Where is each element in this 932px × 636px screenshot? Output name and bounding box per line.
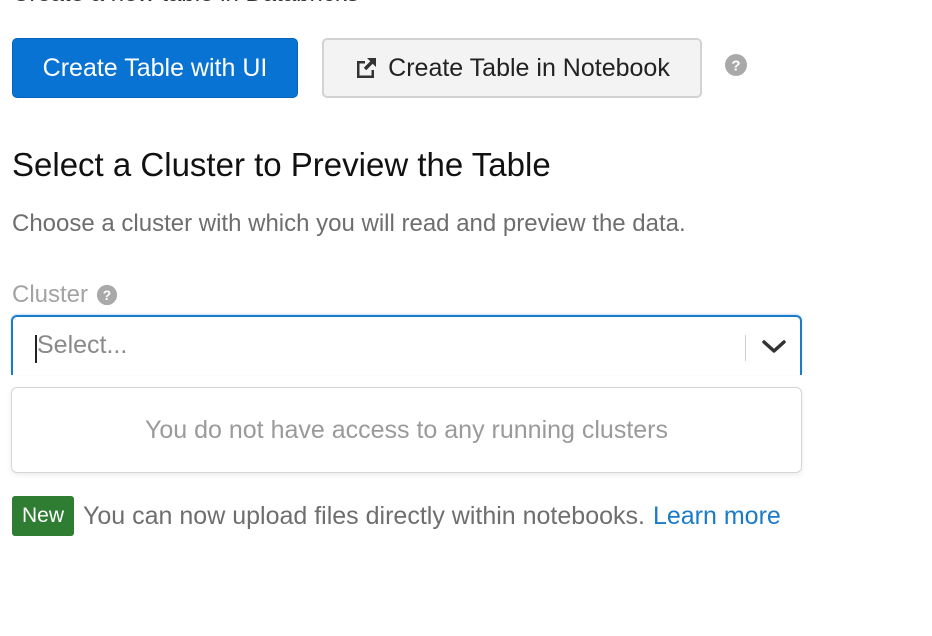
action-buttons-row: Create Table with UI Create Table in Not…	[12, 38, 748, 98]
create-table-with-ui-button[interactable]: Create Table with UI	[12, 38, 298, 98]
notice-text: You can now upload files directly within…	[83, 501, 645, 530]
learn-more-link[interactable]: Learn more	[653, 502, 781, 531]
section-title: Select a Cluster to Preview the Table	[12, 146, 551, 183]
upload-notice: New You can now upload files directly wi…	[12, 496, 781, 536]
cluster-select-placeholder: Select...	[37, 331, 128, 359]
new-badge: New	[12, 496, 75, 536]
create-table-in-notebook-button[interactable]: Create Table in Notebook	[322, 38, 702, 98]
question-circle-icon[interactable]: ?	[96, 284, 118, 306]
question-circle-icon[interactable]: ?	[724, 53, 748, 77]
chevron-down-icon[interactable]	[761, 337, 787, 357]
create-table-page: Create a new table in Databricks Create …	[0, 0, 932, 636]
section-description: Choose a cluster with which you will rea…	[12, 210, 686, 237]
external-link-icon	[357, 58, 377, 78]
create-table-in-notebook-label: Create Table in Notebook	[388, 53, 670, 82]
create-table-with-ui-label: Create Table with UI	[42, 53, 268, 82]
svg-text:?: ?	[103, 288, 111, 303]
no-options-message: You do not have access to any running cl…	[144, 415, 669, 444]
cluster-field-label: Cluster ?	[12, 281, 118, 309]
cluster-select[interactable]: Select...	[11, 315, 802, 375]
cluster-label-text: Cluster	[12, 281, 89, 308]
cluster-dropdown-menu: You do not have access to any running cl…	[11, 387, 802, 473]
svg-text:?: ?	[731, 58, 740, 75]
clipped-header-text: Create a new table in Databricks	[12, 0, 359, 8]
select-separator	[745, 335, 746, 361]
